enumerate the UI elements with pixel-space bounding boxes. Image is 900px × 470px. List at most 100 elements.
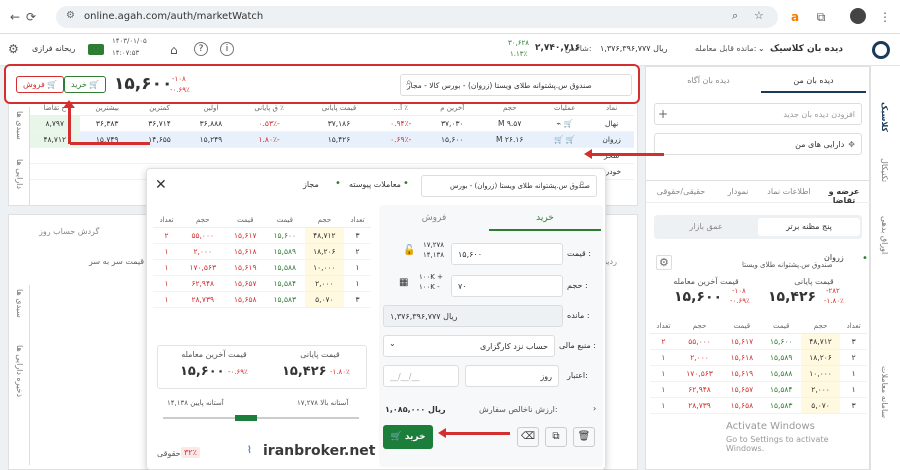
- step-plus[interactable]: ۱۰۰K +: [419, 273, 443, 281]
- help-icon[interactable]: ?: [194, 42, 208, 56]
- validity-select[interactable]: روز: [465, 365, 559, 387]
- dialog-last-label: قیمت آخرین معامله: [181, 350, 247, 359]
- url-bar[interactable]: ⚙ online.agah.com/auth/marketWatch ⌕ ☆: [56, 6, 778, 28]
- info-icon[interactable]: i: [220, 42, 234, 56]
- vtab-assets[interactable]: دارایی ها: [15, 159, 24, 189]
- cart-icon[interactable]: 🛒: [563, 119, 572, 128]
- add-icon[interactable]: +: [658, 107, 668, 121]
- tab-depth[interactable]: عمق بازار: [656, 218, 756, 236]
- zoom-icon[interactable]: ⌕: [732, 9, 738, 23]
- dialog-last-pct: -۰.۶۹٪: [228, 368, 248, 376]
- source-select[interactable]: حساب نزد کارگزاری: [383, 335, 555, 357]
- assets-item[interactable]: دارایی های من ✥: [654, 133, 862, 155]
- tab-daily-turnover[interactable]: گردش حساب روز: [39, 227, 99, 236]
- ob-cell-av: ۵۵,۰۰۰: [676, 333, 723, 350]
- tab-sell[interactable]: فروش: [379, 213, 489, 223]
- row-symbol[interactable]: زروان: [589, 131, 634, 148]
- cart-sell-icon[interactable]: 🛒: [554, 135, 563, 144]
- vtab-saved-assets[interactable]: ذخیره دارایی ها: [15, 345, 24, 397]
- last-price: ۱۵,۶۰۰: [674, 289, 723, 305]
- site-info-icon[interactable]: ⚙: [66, 10, 75, 21]
- close-icon[interactable]: ✕: [155, 177, 167, 193]
- tab-chart[interactable]: نمودار: [716, 187, 760, 196]
- dob-row[interactable]: ۲ ۱۸,۲۰۶ ۱۵,۵۸۹ ۱۵,۶۱۸ ۲,۰۰۰ ۱: [153, 243, 371, 260]
- buy-button[interactable]: خرید 🛒: [64, 76, 107, 93]
- balance-field: ۱,۳۷۶,۳۹۶,۷۷۷ ریال: [383, 305, 563, 327]
- watch-title[interactable]: دیده بان کلاسیک: [770, 44, 843, 54]
- ob-cell-bc: ۱: [840, 365, 867, 382]
- lock-icon[interactable]: 🔓: [403, 245, 415, 256]
- user-name[interactable]: ریحانه فرازی: [32, 44, 75, 53]
- tab-my-watch[interactable]: دیده بان من: [761, 76, 866, 93]
- ob-cell-bc: ۳: [840, 333, 867, 350]
- tab-agah-watch[interactable]: دیده بان آگاه: [656, 76, 761, 85]
- row-high: ۱۵,۷۴۹: [80, 131, 134, 148]
- dob-row[interactable]: ۱ ۱۰,۰۰۰ ۱۵,۵۸۸ ۱۵,۶۱۹ ۱۷۰,۵۶۳ ۱: [153, 259, 371, 276]
- order-dialog: ✕ مجاز • معاملات پیوسته • صندوق س.پشتوان…: [146, 168, 606, 470]
- dob-row[interactable]: ۳ ۴۸,۷۱۲ ۱۵,۶۰۰ ۱۵,۶۱۷ ۵۵,۰۰۰ ۲: [153, 227, 371, 244]
- dob-row[interactable]: ۱ ۲,۰۰۰ ۱۵,۵۸۴ ۱۵,۶۵۷ ۶۲,۹۴۸ ۱: [153, 275, 371, 292]
- star-icon[interactable]: ☆: [754, 9, 764, 22]
- submit-buy-button[interactable]: 🛒 خرید: [383, 425, 433, 449]
- col-breakeven: قیمت سر به سر: [89, 257, 145, 266]
- ob-row[interactable]: ۳ ۴۸,۷۱۲ ۱۵,۶۰۰ ۱۵,۶۱۷ ۵۵,۰۰۰ ۲: [650, 333, 867, 350]
- chart-line-icon[interactable]: ⌁: [557, 119, 562, 128]
- url-text[interactable]: online.agah.com/auth/marketWatch: [84, 11, 263, 22]
- dialog-symbol-search[interactable]: صندوق س.پشتوانه طلای ویستا (زروان) - بور…: [421, 175, 597, 197]
- price-input[interactable]: ۱۵,۶۰۰: [451, 243, 563, 265]
- puzzle-icon[interactable]: ⧉: [812, 8, 830, 26]
- ob-row[interactable]: ۳ ۵,۰۷۰ ۱۵,۵۸۳ ۱۵,۶۵۸ ۲۸,۷۳۹ ۱: [650, 397, 867, 414]
- dcol-bid-vol: حجم: [304, 213, 345, 228]
- chevron-right-icon[interactable]: ›: [593, 404, 596, 413]
- validity-date-input[interactable]: __/__/__: [383, 365, 459, 387]
- nav-classic[interactable]: کلاسیک: [880, 102, 889, 132]
- step-minus[interactable]: ۱۰۰K -: [419, 283, 440, 291]
- profile-avatar[interactable]: [850, 8, 866, 24]
- user-settings-icon[interactable]: ⚙: [8, 42, 19, 56]
- volume-input[interactable]: ۷۰: [451, 275, 563, 297]
- source-chevron-icon[interactable]: ⌄: [389, 339, 396, 348]
- cart-icon[interactable]: 🛒: [566, 135, 575, 144]
- vtab-baskets-2[interactable]: سبدی ها: [15, 289, 24, 318]
- nav-trading-system[interactable]: سامانه معاملات: [880, 366, 889, 418]
- price-value: ۱۵,۶۰۰: [458, 249, 483, 259]
- settings-icon[interactable]: ⚙: [656, 255, 672, 270]
- ob-row[interactable]: ۲ ۱۸,۲۰۶ ۱۵,۵۸۹ ۱۵,۶۱۸ ۲,۰۰۰ ۱: [650, 349, 867, 366]
- store-icon[interactable]: ⌂: [170, 43, 178, 57]
- col-bid-vol: حجم: [800, 319, 841, 334]
- search-icon[interactable]: ⌕: [406, 77, 412, 88]
- tab-real-legal[interactable]: حقیقی/حقوقی: [648, 187, 714, 196]
- dcol-ask-price: قیمت: [225, 213, 266, 228]
- nav-bonds[interactable]: اوراق بدهی: [880, 216, 889, 254]
- add-watch-input[interactable]: افزودن دیده بان جدید: [654, 103, 862, 125]
- watch-row-sahar[interactable]: سحر: [29, 147, 634, 164]
- copy-icon[interactable]: ⧉: [545, 427, 567, 447]
- ob-row[interactable]: ۱ ۲,۰۰۰ ۱۵,۵۸۴ ۱۵,۶۵۷ ۶۲,۹۴۸ ۱: [650, 381, 867, 398]
- tab-symbol-info[interactable]: اطلاعات نماد: [762, 187, 816, 196]
- extension-icon[interactable]: a: [786, 8, 804, 26]
- dob-cell-bc: ۲: [344, 243, 371, 260]
- calculator-icon[interactable]: ▦: [399, 277, 408, 288]
- tab-supply-demand[interactable]: عرضه و تقاضا: [818, 187, 870, 205]
- tab-buy[interactable]: خرید: [489, 213, 601, 231]
- dob-cell-ac: ۲: [153, 227, 180, 244]
- symbol-search-input[interactable]: صندوق س.پشتوانه طلای ویستا (زروان) - بور…: [400, 74, 632, 96]
- tab-top-five[interactable]: پنج مظنه برتر: [758, 218, 860, 236]
- ob-row[interactable]: ۱ ۱۰,۰۰۰ ۱۵,۵۸۸ ۱۵,۶۱۹ ۱۷۰,۵۶۳ ۱: [650, 365, 867, 382]
- logo-icon: [872, 41, 890, 59]
- dob-row[interactable]: ۳ ۵,۰۷۰ ۱۵,۵۸۳ ۱۵,۶۵۸ ۲۸,۷۳۹ ۱: [153, 291, 371, 308]
- vtab-baskets[interactable]: سبدی ها: [15, 111, 24, 140]
- chevron-down-icon[interactable]: ⌄: [758, 44, 765, 53]
- annotation-arrowhead-row: [584, 149, 592, 159]
- eraser-icon[interactable]: ⌫: [517, 427, 539, 447]
- delete-icon[interactable]: 🗑: [573, 427, 595, 447]
- nav-technical[interactable]: تکنیکال: [880, 158, 889, 182]
- dialog-search-icon[interactable]: ⌕: [579, 178, 585, 189]
- symbol-full-name: صندوق س.پشتوانه طلای ویستا: [742, 261, 833, 269]
- watch-row-zarvan[interactable]: زروان 🛒 🛒 ۲۶.۱۶ M ۱۵,۶۰۰ -۰.۶۹٪ ۱۵,۴۲۶ -…: [29, 131, 634, 148]
- sell-button[interactable]: فروش 🛒: [16, 76, 65, 93]
- reload-icon[interactable]: ⟳: [22, 8, 40, 26]
- row-symbol[interactable]: نهال: [589, 115, 634, 132]
- watch-row-nahal[interactable]: نهال 🛒 ⌁ ۹.۵۷ M ۳۷,۰۳۰ -۰.۹۴٪ ۳۷,۱۸۶ -۰.…: [29, 115, 634, 132]
- menu-icon[interactable]: ⋮: [876, 8, 894, 26]
